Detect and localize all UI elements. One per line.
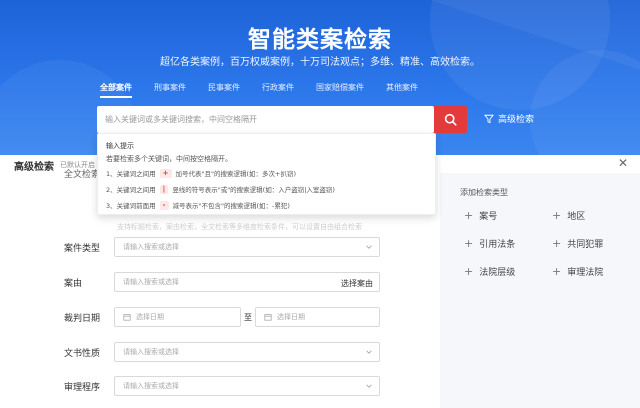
- rule-prefix: 2、关键词之间用: [106, 186, 156, 194]
- add-search-type-panel: 添加检索类型 + 案号 + 地区 + 引用法条 + 共同犯罪 + 法院层级 + 审理法院: [440, 173, 640, 408]
- add-court-level-button[interactable]: + 法院层级: [464, 263, 515, 279]
- plus-symbol-badge: +: [159, 168, 172, 178]
- panel-title: 高级检索: [14, 162, 54, 173]
- end-date-picker[interactable]: 选择日期: [255, 307, 380, 327]
- advanced-search-link[interactable]: 高级检索: [484, 112, 534, 125]
- tab-administrative-cases[interactable]: 行政案件: [262, 82, 294, 98]
- add-region-button[interactable]: + 地区: [552, 207, 585, 223]
- doc-nature-placeholder: 请输入搜索或选择: [123, 348, 179, 356]
- add-search-type-title: 添加检索类型: [460, 188, 508, 197]
- doc-nature-select[interactable]: 请输入搜索或选择: [114, 342, 380, 362]
- tab-other-cases[interactable]: 其他案件: [386, 82, 418, 98]
- cause-placeholder: 请输入搜索或选择: [123, 278, 179, 286]
- tab-criminal-cases[interactable]: 刑事案件: [154, 82, 186, 98]
- minus-symbol-badge: -: [159, 200, 169, 210]
- tab-all-cases[interactable]: 全部案件: [100, 82, 132, 98]
- rule-suffix: 加号代表"且"的搜索逻辑(如：多次+扒窃): [175, 170, 297, 178]
- start-date-picker[interactable]: 选择日期: [114, 307, 241, 327]
- procedure-placeholder: 请输入搜索或选择: [123, 382, 179, 390]
- doc-nature-label: 文书性质: [64, 349, 101, 359]
- fulltext-label: 全文检索: [64, 170, 101, 180]
- plus-icon: +: [464, 208, 474, 222]
- search-icon: [444, 113, 457, 126]
- advanced-search-label: 高级检索: [498, 115, 535, 125]
- add-item-label: 引用法条: [479, 239, 516, 250]
- plus-icon: +: [552, 208, 562, 222]
- case-type-label: 案件类型: [64, 244, 101, 254]
- filter-icon: [484, 114, 494, 123]
- calendar-icon: [264, 313, 272, 321]
- add-item-label: 地区: [567, 211, 586, 222]
- add-case-number-button[interactable]: + 案号: [464, 207, 497, 223]
- cause-label: 案由: [64, 279, 83, 289]
- add-item-label: 共同犯罪: [567, 239, 604, 250]
- calendar-icon: [123, 313, 131, 321]
- procedure-label: 审理程序: [64, 383, 101, 393]
- hint-rule-not: 3、关键词前面用 - 减号表示"不包含"的搜索逻辑(如：-累犯): [106, 200, 290, 210]
- hint-rule-and: 1、关键词之间用 + 加号代表"且"的搜索逻辑(如：多次+扒窃): [106, 168, 296, 178]
- search-box: [97, 106, 434, 133]
- rule-prefix: 3、关键词前面用: [106, 202, 156, 210]
- page-title: 智能类案检索: [248, 27, 392, 53]
- plus-icon: +: [552, 236, 562, 250]
- add-joint-crime-button[interactable]: + 共同犯罪: [552, 235, 603, 251]
- hint-rule-or: 2、关键词之间用 | 竖线的符号表示"或"的搜索逻辑(如：入户盗窃|入室盗窃): [106, 184, 335, 194]
- rule-prefix: 1、关键词之间用: [106, 170, 156, 178]
- plus-icon: +: [552, 264, 562, 278]
- start-date-placeholder: 选择日期: [136, 313, 164, 321]
- search-button[interactable]: [434, 106, 467, 133]
- case-type-placeholder: 请输入搜索或选择: [123, 243, 179, 251]
- cause-input[interactable]: 请输入搜索或选择 选择案由: [114, 272, 380, 292]
- add-item-label: 法院层级: [479, 267, 516, 278]
- chevron-down-icon: [366, 384, 372, 388]
- add-trial-court-button[interactable]: + 审理法院: [552, 263, 603, 279]
- plus-icon: +: [464, 236, 474, 250]
- close-icon[interactable]: ✕: [618, 156, 628, 170]
- judgment-date-label: 裁判日期: [64, 314, 101, 324]
- pipe-symbol-badge: |: [159, 184, 169, 194]
- select-cause-button[interactable]: 选择案由: [341, 278, 373, 289]
- rule-suffix: 竖线的符号表示"或"的搜索逻辑(如：入户盗窃|入室盗窃): [172, 186, 335, 194]
- search-hint: 支持标题检索，案由检索，全文检索等多维度检索条件，可以设置自由组合检索: [117, 223, 362, 231]
- rule-suffix: 减号表示"不包含"的搜索逻辑(如：-累犯): [172, 202, 290, 210]
- case-type-select[interactable]: 请输入搜索或选择: [114, 237, 380, 257]
- search-input[interactable]: [97, 106, 434, 133]
- add-item-label: 审理法院: [567, 267, 604, 278]
- chevron-down-icon: [366, 245, 372, 249]
- case-type-tabs: 全部案件 刑事案件 民事案件 行政案件 国家赔偿案件 其他案件: [100, 82, 440, 98]
- date-range-separator: 至: [244, 313, 252, 322]
- search-hint-dropdown: 输入提示 若要检索多个关键词，中间按空格隔开。 1、关键词之间用 + 加号代表"…: [97, 133, 436, 215]
- hint-description: 若要检索多个关键词，中间按空格隔开。: [106, 155, 232, 163]
- chevron-down-icon: [366, 350, 372, 354]
- hint-title: 输入提示: [106, 142, 134, 150]
- page-subtitle: 超亿各类案例，百万权威案例，十万司法观点；多维、精准、高效检索。: [160, 57, 480, 68]
- plus-icon: +: [464, 264, 474, 278]
- tab-state-compensation-cases[interactable]: 国家赔偿案件: [316, 82, 364, 98]
- add-cited-law-button[interactable]: + 引用法条: [464, 235, 515, 251]
- procedure-select[interactable]: 请输入搜索或选择: [114, 376, 380, 396]
- tab-civil-cases[interactable]: 民事案件: [208, 82, 240, 98]
- add-item-label: 案号: [479, 211, 498, 222]
- end-date-placeholder: 选择日期: [277, 313, 305, 321]
